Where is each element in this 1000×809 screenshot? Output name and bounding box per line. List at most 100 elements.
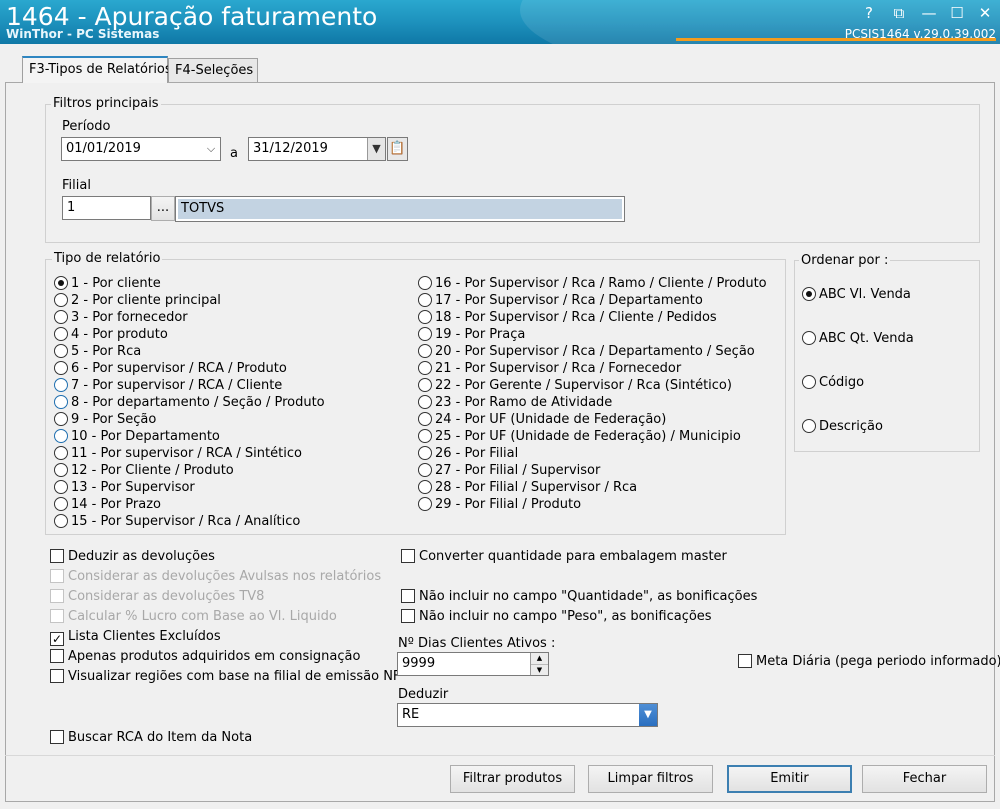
radio-button[interactable] — [54, 310, 68, 324]
fechar-button[interactable]: Fechar — [862, 765, 987, 793]
option-checkbox[interactable]: ✓ Lista Clientes Excluídos — [50, 629, 400, 649]
dropdown-arrow-icon[interactable]: ▼ — [639, 704, 657, 726]
emitir-button[interactable]: Emitir — [727, 765, 852, 793]
radio-button[interactable] — [54, 480, 68, 494]
checkbox-box[interactable] — [401, 589, 415, 603]
checkbox-box[interactable]: ✓ — [50, 632, 64, 646]
radio-button[interactable] — [418, 497, 432, 511]
radio-button[interactable] — [418, 446, 432, 460]
checkbox-box[interactable] — [50, 549, 64, 563]
radio-option[interactable]: 9 - Por Seção — [54, 412, 414, 429]
radio-option[interactable]: 2 - Por cliente principal — [54, 293, 414, 310]
radio-option[interactable]: 28 - Por Filial / Supervisor / Rca — [418, 480, 783, 497]
option-checkbox[interactable]: Visualizar regiões com base na filial de… — [50, 669, 400, 689]
radio-option[interactable]: 8 - Por departamento / Seção / Produto — [54, 395, 414, 412]
radio-option[interactable]: ABC Qt. Venda — [802, 331, 978, 375]
radio-button[interactable] — [54, 497, 68, 511]
radio-option[interactable]: 11 - Por supervisor / RCA / Sintético — [54, 446, 414, 463]
radio-button[interactable] — [418, 344, 432, 358]
radio-option[interactable]: 27 - Por Filial / Supervisor — [418, 463, 783, 480]
radio-button[interactable] — [418, 429, 432, 443]
radio-button[interactable] — [54, 412, 68, 426]
radio-option[interactable]: 17 - Por Supervisor / Rca / Departamento — [418, 293, 783, 310]
radio-option[interactable]: Código — [802, 375, 978, 419]
radio-button[interactable] — [54, 463, 68, 477]
radio-button[interactable] — [802, 287, 816, 301]
radio-option[interactable]: 16 - Por Supervisor / Rca / Ramo / Clien… — [418, 276, 783, 293]
tab-selecoes[interactable]: F4-Seleções — [168, 58, 258, 82]
limpar-filtros-button[interactable]: Limpar filtros — [588, 765, 713, 793]
minimize-icon[interactable]: — — [918, 3, 940, 23]
radio-option[interactable]: 7 - Por supervisor / RCA / Cliente — [54, 378, 414, 395]
option-checkbox[interactable]: Deduzir as devoluções — [50, 549, 400, 569]
radio-option[interactable]: 29 - Por Filial / Produto — [418, 497, 783, 514]
spin-up-icon[interactable]: ▲ — [531, 653, 548, 664]
tab-tipos-relatorios[interactable]: F3-Tipos de Relatórios — [22, 56, 172, 83]
checkbox-box[interactable] — [401, 609, 415, 623]
checkbox-box[interactable] — [738, 654, 752, 668]
radio-option[interactable]: ABC Vl. Venda — [802, 287, 978, 331]
radio-button[interactable] — [54, 378, 68, 392]
radio-button[interactable] — [54, 276, 68, 290]
radio-option[interactable]: 3 - Por fornecedor — [54, 310, 414, 327]
spin-down-icon[interactable]: ▼ — [531, 664, 548, 675]
radio-option[interactable]: 14 - Por Prazo — [54, 497, 414, 514]
checkbox-box[interactable] — [401, 549, 415, 563]
radio-button[interactable] — [418, 378, 432, 392]
radio-button[interactable] — [54, 361, 68, 375]
radio-button[interactable] — [802, 419, 816, 433]
meta-diaria-checkbox[interactable]: Meta Diária (pega periodo informado) — [738, 654, 1000, 671]
radio-option[interactable]: 20 - Por Supervisor / Rca / Departamento… — [418, 344, 783, 361]
radio-button[interactable] — [418, 293, 432, 307]
radio-option[interactable]: 22 - Por Gerente / Supervisor / Rca (Sin… — [418, 378, 783, 395]
radio-option[interactable]: 21 - Por Supervisor / Rca / Fornecedor — [418, 361, 783, 378]
filial-lookup-button[interactable]: ... — [151, 196, 175, 221]
radio-button[interactable] — [54, 293, 68, 307]
radio-option[interactable]: 5 - Por Rca — [54, 344, 414, 361]
radio-button[interactable] — [418, 310, 432, 324]
radio-option[interactable]: 1 - Por cliente — [54, 276, 414, 293]
dropdown-arrow-icon[interactable]: ▼ — [367, 138, 385, 160]
calendar-icon[interactable]: 📋 — [387, 137, 408, 161]
radio-button[interactable] — [54, 395, 68, 409]
radio-button[interactable] — [418, 412, 432, 426]
date-end-picker[interactable]: 31/12/2019 ▼ — [248, 137, 386, 161]
radio-button[interactable] — [418, 395, 432, 409]
filial-code-input[interactable]: 1 — [62, 196, 151, 220]
radio-option[interactable]: 26 - Por Filial — [418, 446, 783, 463]
radio-button[interactable] — [418, 327, 432, 341]
checkbox-box[interactable] — [50, 669, 64, 683]
maximize-icon[interactable]: ☐ — [946, 3, 968, 23]
radio-option[interactable]: Descrição — [802, 419, 978, 463]
radio-option[interactable]: 24 - Por UF (Unidade de Federação) — [418, 412, 783, 429]
spin-buttons[interactable]: ▲ ▼ — [530, 653, 548, 675]
radio-option[interactable]: 13 - Por Supervisor — [54, 480, 414, 497]
radio-button[interactable] — [54, 327, 68, 341]
date-start-picker[interactable]: 01/01/2019 ⌵ — [61, 137, 221, 161]
checkbox-box[interactable] — [50, 649, 64, 663]
buscar-rca-checkbox[interactable]: Buscar RCA do Item da Nota — [50, 730, 252, 747]
radio-option[interactable]: 6 - Por supervisor / RCA / Produto — [54, 361, 414, 378]
radio-button[interactable] — [418, 463, 432, 477]
nao-qtd-checkbox[interactable]: Não incluir no campo "Quantidade", as bo… — [401, 589, 757, 606]
radio-button[interactable] — [418, 361, 432, 375]
radio-option[interactable]: 23 - Por Ramo de Atividade — [418, 395, 783, 412]
chevron-down-icon[interactable]: ⌵ — [202, 138, 220, 160]
option-checkbox[interactable]: Apenas produtos adquiridos em consignaçã… — [50, 649, 400, 669]
converter-checkbox[interactable]: Converter quantidade para embalagem mast… — [401, 549, 727, 566]
radio-button[interactable] — [418, 276, 432, 290]
radio-option[interactable]: 10 - Por Departamento — [54, 429, 414, 446]
filtrar-produtos-button[interactable]: Filtrar produtos — [450, 765, 575, 793]
radio-button[interactable] — [802, 331, 816, 345]
radio-option[interactable]: 18 - Por Supervisor / Rca / Cliente / Pe… — [418, 310, 783, 327]
radio-button[interactable] — [54, 514, 68, 528]
radio-button[interactable] — [54, 344, 68, 358]
radio-option[interactable]: 12 - Por Cliente / Produto — [54, 463, 414, 480]
restore-icon[interactable]: ⧉ — [888, 3, 910, 23]
dias-clientes-input[interactable]: 9999 ▲ ▼ — [397, 652, 549, 676]
radio-button[interactable] — [802, 375, 816, 389]
checkbox-box[interactable] — [50, 730, 64, 744]
deduzir-select[interactable]: RE ▼ — [397, 703, 658, 727]
radio-button[interactable] — [418, 480, 432, 494]
radio-option[interactable]: 15 - Por Supervisor / Rca / Analítico — [54, 514, 414, 531]
